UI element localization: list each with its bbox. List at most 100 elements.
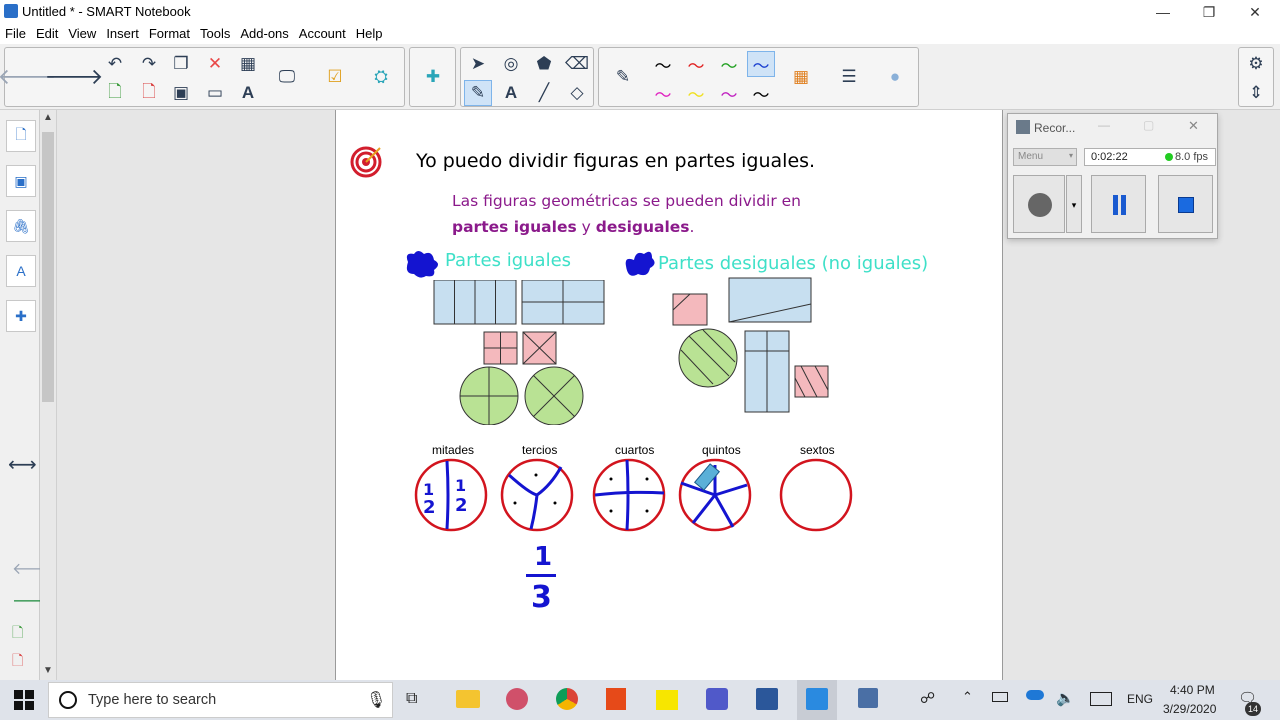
record-button[interactable] [1013, 175, 1065, 233]
color-palette-icon[interactable]: ▦ [787, 64, 815, 90]
pen-type-icon[interactable]: ✎ [609, 64, 637, 90]
subtitle-line-1[interactable]: Las figuras geométricas se pueden dividi… [452, 192, 801, 210]
file-explorer-icon[interactable] [456, 690, 480, 708]
circle-sextos[interactable] [779, 458, 853, 532]
clock-date[interactable]: 3/29/2020 [1163, 702, 1216, 716]
pause-button[interactable] [1091, 175, 1146, 233]
transparency-icon[interactable]: ● [881, 64, 909, 90]
people-icon[interactable]: ☍ [920, 689, 935, 707]
recorder-window[interactable]: Recor... — ▢ ✕ Menu ▾ 0:02:22 8.0 fps ▾ [1007, 113, 1218, 239]
task-view-icon[interactable]: ⧉ [406, 690, 417, 708]
next-page-icon[interactable]: 🡒 [45, 64, 104, 90]
gallery-icon[interactable]: ▣ [6, 165, 36, 197]
monster-addon-icon[interactable]: ⛭ [367, 64, 395, 90]
response-icon[interactable]: ☑ [321, 64, 349, 90]
restore-button[interactable]: ❐ [1186, 2, 1232, 22]
sidebar-delete-page-icon[interactable]: 🗋 [12, 650, 23, 674]
scroll-down-icon[interactable]: ▼ [43, 665, 53, 676]
paint-app-icon[interactable] [506, 688, 528, 710]
save-icon[interactable]: ▣ [167, 80, 195, 106]
pen-red-icon[interactable]: 〜 [682, 51, 710, 77]
subtitle-line-2[interactable]: partes iguales y desiguales. [452, 218, 694, 236]
fill-icon[interactable]: ⬟ [530, 51, 558, 77]
menu-addons[interactable]: Add-ons [235, 24, 293, 44]
pen-blue-icon[interactable]: 〜 [747, 51, 775, 77]
attachments-icon[interactable]: 🖇 [6, 210, 36, 242]
scrollbar-thumb[interactable] [42, 132, 54, 402]
chrome-icon[interactable] [556, 688, 578, 710]
page-sorter-icon[interactable]: 🗋 [6, 120, 36, 152]
menu-insert[interactable]: Insert [101, 24, 144, 44]
sticky-notes-icon[interactable] [656, 690, 678, 710]
square-unequal[interactable] [672, 293, 708, 326]
settings-gear-icon[interactable]: ⚙ [1242, 51, 1270, 77]
table-icon[interactable]: ▦ [234, 51, 262, 77]
display-icon[interactable]: 🖵 [273, 64, 301, 90]
keyboard-icon[interactable] [1090, 692, 1112, 706]
recorder-menu-dropdown[interactable]: Menu ▾ [1013, 148, 1077, 166]
previous-page-icon[interactable]: 🡐 [0, 64, 57, 90]
rect-unequal[interactable] [728, 277, 812, 323]
properties-icon[interactable]: A [6, 255, 36, 287]
erase-icon[interactable]: ◇ [563, 80, 591, 106]
onedrive-icon[interactable] [1026, 690, 1044, 700]
spell-check-icon[interactable]: A [234, 80, 262, 106]
eraser-icon[interactable]: ⌫ [563, 51, 591, 77]
text-icon[interactable]: A [497, 80, 525, 106]
pen-black-icon[interactable]: 〜 [649, 51, 677, 77]
pen-dashed-icon[interactable]: 〜 [715, 80, 743, 106]
clock-time[interactable]: 4:40 PM [1170, 683, 1215, 697]
office-icon[interactable] [606, 688, 626, 710]
sidebar-add-page-icon[interactable]: 🗋 [12, 622, 23, 646]
page-heading[interactable]: Yo puedo dividir figuras en partes igual… [416, 150, 815, 172]
show-hidden-icons[interactable]: ⌃ [962, 689, 973, 705]
menu-file[interactable]: File [0, 24, 31, 44]
menu-edit[interactable]: Edit [31, 24, 63, 44]
language-indicator[interactable]: ENG [1127, 692, 1153, 706]
undo-icon[interactable]: ↶ [101, 51, 129, 77]
recorder-taskbar-icon[interactable] [858, 688, 878, 708]
line-style-icon[interactable]: ☰ [835, 64, 863, 90]
scroll-up-icon[interactable]: ▲ [43, 112, 53, 123]
recorder-close[interactable]: ✕ [1188, 118, 1199, 134]
pen-yellow-icon[interactable]: 〜 [682, 80, 710, 106]
menu-format[interactable]: Format [144, 24, 195, 44]
windows-start-icon[interactable] [14, 690, 34, 710]
menu-view[interactable]: View [63, 24, 101, 44]
word-icon[interactable] [756, 688, 778, 710]
paste-icon[interactable]: ❐ [167, 51, 195, 77]
taskbar-search-box[interactable]: Type here to search 🎙 [48, 682, 393, 718]
battery-icon[interactable] [992, 692, 1008, 702]
stop-button[interactable] [1158, 175, 1213, 233]
recorder-minimize[interactable]: — [1098, 118, 1110, 132]
minimize-button[interactable]: — [1140, 2, 1186, 22]
shapes-icon[interactable]: ◎ [497, 51, 525, 77]
recorder-maximize[interactable]: ▢ [1143, 118, 1154, 132]
screen-shade-icon[interactable]: ▭ [201, 80, 229, 106]
fraction-numerator[interactable]: 1 [534, 542, 552, 572]
pen-green-icon[interactable]: 〜 [715, 51, 743, 77]
resize-panel-icon[interactable]: ⟷ [8, 452, 37, 477]
close-button[interactable]: ✕ [1232, 2, 1278, 22]
puzzle-addon-icon[interactable]: ✚ [419, 64, 447, 90]
delete-page-icon[interactable]: 🗋 [135, 80, 163, 106]
redo-icon[interactable]: ↷ [135, 51, 163, 77]
label-equal-parts[interactable]: Partes iguales [445, 250, 571, 271]
notebook-page[interactable]: Yo puedo dividir figuras en partes igual… [335, 110, 1003, 680]
delete-icon[interactable]: ✕ [201, 51, 229, 77]
move-toolbar-icon[interactable]: ⇕ [1242, 80, 1270, 106]
microphone-icon[interactable]: 🎙 [366, 690, 386, 710]
addons-icon[interactable]: ✚ [6, 300, 36, 332]
menu-help[interactable]: Help [351, 24, 388, 44]
pen-magenta-icon[interactable]: 〜 [649, 80, 677, 106]
add-page-icon[interactable]: 🗋 [101, 80, 129, 106]
pen-dotted-icon[interactable]: 〜 [747, 80, 775, 106]
teams-icon[interactable] [706, 688, 728, 710]
pens-icon[interactable]: ✎ [464, 80, 492, 106]
record-options-button[interactable]: ▾ [1066, 175, 1082, 233]
line-icon[interactable]: ╱ [530, 80, 558, 106]
fraction-denominator[interactable]: 3 [531, 580, 552, 615]
volume-icon[interactable]: 🔈 [1056, 689, 1075, 707]
menu-account[interactable]: Account [294, 24, 351, 44]
smart-notebook-taskbar-button[interactable] [797, 680, 837, 720]
